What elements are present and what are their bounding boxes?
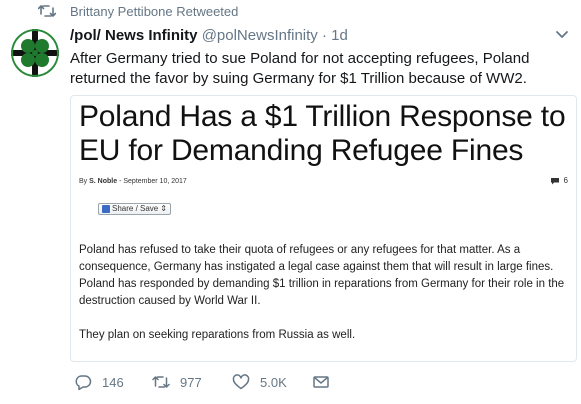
retweet-button[interactable]: 977 (152, 373, 202, 391)
tweet-actions: 146 977 5.0K (70, 373, 580, 393)
retweet-count: 977 (180, 374, 202, 390)
chevron-down-icon[interactable] (555, 30, 569, 40)
article-comment-number: 6 (563, 176, 568, 185)
tweet-header: /pol/ News Infinity @polNewsInfinity · 1… (70, 27, 348, 44)
retweet-context: Brittany Pettibone Retweeted (0, 0, 581, 24)
retweeter-link[interactable]: Brittany Pettibone Retweeted (70, 4, 238, 19)
article-byline: By S. Noble - September 10, 2017 (79, 178, 187, 185)
share-save-button: Share / Save ⇕ (98, 203, 171, 215)
timestamp[interactable]: 1d (331, 27, 348, 44)
like-count: 5.0K (260, 374, 287, 390)
share-caret-icon: ⇕ (160, 204, 167, 213)
article-paragraph: They plan on seeking reparations from Ru… (79, 329, 356, 341)
article-paragraph: Poland has refused to take their quota o… (79, 244, 565, 307)
link-card[interactable]: Poland Has a $1 Trillion Response to EU … (70, 95, 577, 362)
like-button[interactable]: 5.0K (232, 373, 287, 391)
heart-icon (232, 374, 250, 390)
retweet-icon (152, 376, 170, 388)
retweet-icon (38, 5, 56, 17)
avatar[interactable] (11, 29, 59, 77)
direct-message-button[interactable] (312, 373, 330, 391)
article-comment-count: 6 (550, 176, 568, 185)
byline-prefix: By (79, 178, 88, 185)
separator-dot: · (321, 27, 327, 44)
share-save-label: Share / Save (112, 204, 159, 213)
tweet-text: After Germany tried to sue Poland for no… (70, 50, 530, 87)
share-logo-icon (102, 205, 110, 213)
display-name[interactable]: /pol/ News Infinity (70, 27, 198, 44)
article-title[interactable]: Poland Has a $1 Trillion Response to EU … (79, 100, 574, 168)
article-body: Poland has refused to take their quota o… (79, 242, 569, 361)
article-date: - September 10, 2017 (119, 178, 187, 185)
article-author: S. Noble (89, 178, 118, 185)
envelope-icon (313, 376, 329, 388)
comment-bubble-icon (550, 177, 559, 184)
reply-button[interactable]: 146 (74, 373, 124, 391)
handle[interactable]: @polNewsInfinity (202, 27, 318, 44)
reply-icon (75, 375, 92, 391)
reply-count: 146 (102, 374, 124, 390)
avatar-clover-icon (11, 29, 59, 77)
